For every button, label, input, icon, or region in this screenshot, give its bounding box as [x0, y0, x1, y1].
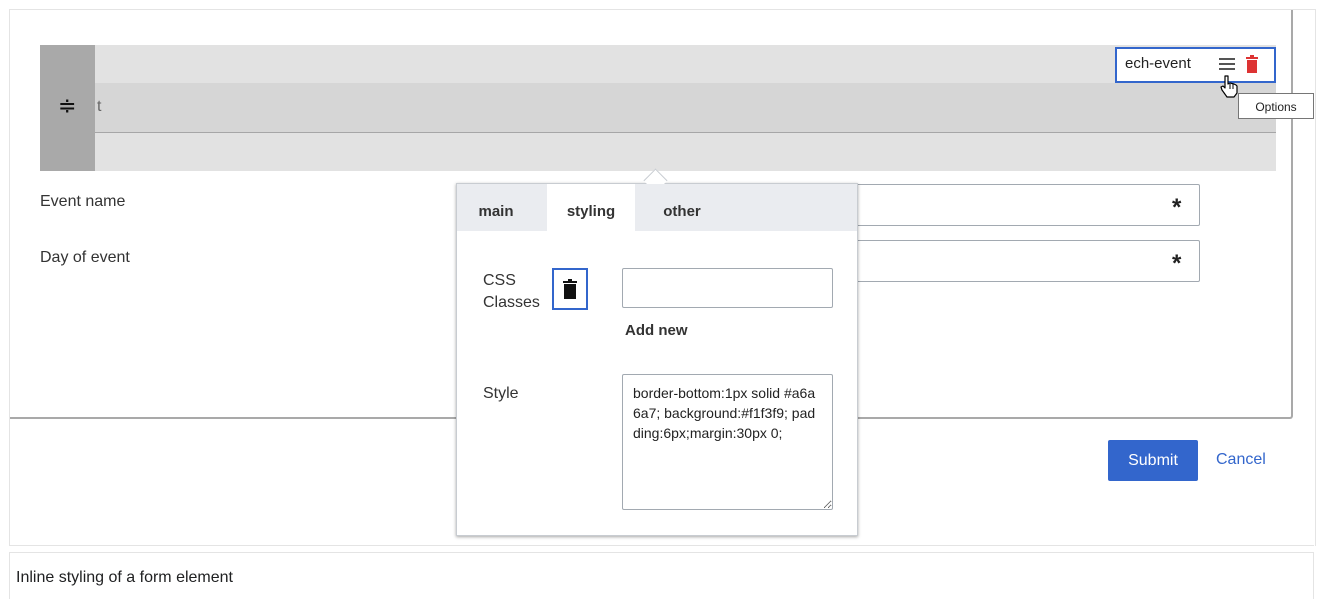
- figure-caption: Inline styling of a form element: [16, 569, 233, 586]
- drag-handle-icon: ≑: [58, 93, 77, 118]
- add-new-class-link[interactable]: Add new: [625, 322, 688, 339]
- day-of-event-input[interactable]: [855, 240, 1200, 282]
- css-class-input[interactable]: [622, 268, 833, 308]
- trash-icon[interactable]: [1246, 55, 1258, 78]
- divider: [9, 545, 1314, 546]
- tab-main[interactable]: main: [466, 184, 526, 231]
- event-name-input[interactable]: [855, 184, 1200, 226]
- element-name: ech-event: [1125, 55, 1191, 72]
- day-of-event-label: Day of event: [40, 249, 130, 266]
- event-name-label: Event name: [40, 193, 126, 210]
- required-marker: *: [1172, 250, 1182, 277]
- submit-button[interactable]: Submit: [1108, 440, 1198, 481]
- cancel-link[interactable]: Cancel: [1216, 451, 1266, 469]
- css-classes-label: CSS Classes: [483, 272, 540, 311]
- form-element-preview-text: t: [97, 98, 102, 115]
- options-tooltip: Options: [1238, 93, 1314, 119]
- menu-icon[interactable]: [1219, 58, 1235, 72]
- tab-styling[interactable]: styling: [547, 184, 635, 231]
- style-label: Style: [483, 385, 519, 402]
- tab-other[interactable]: other: [652, 184, 712, 231]
- required-marker: *: [1172, 194, 1182, 221]
- remove-class-button[interactable]: [552, 268, 588, 310]
- form-element-preview: [95, 83, 1276, 133]
- style-textarea[interactable]: border-bottom:1px solid #a6a6a7; backgro…: [622, 374, 833, 510]
- trash-icon: [563, 279, 577, 299]
